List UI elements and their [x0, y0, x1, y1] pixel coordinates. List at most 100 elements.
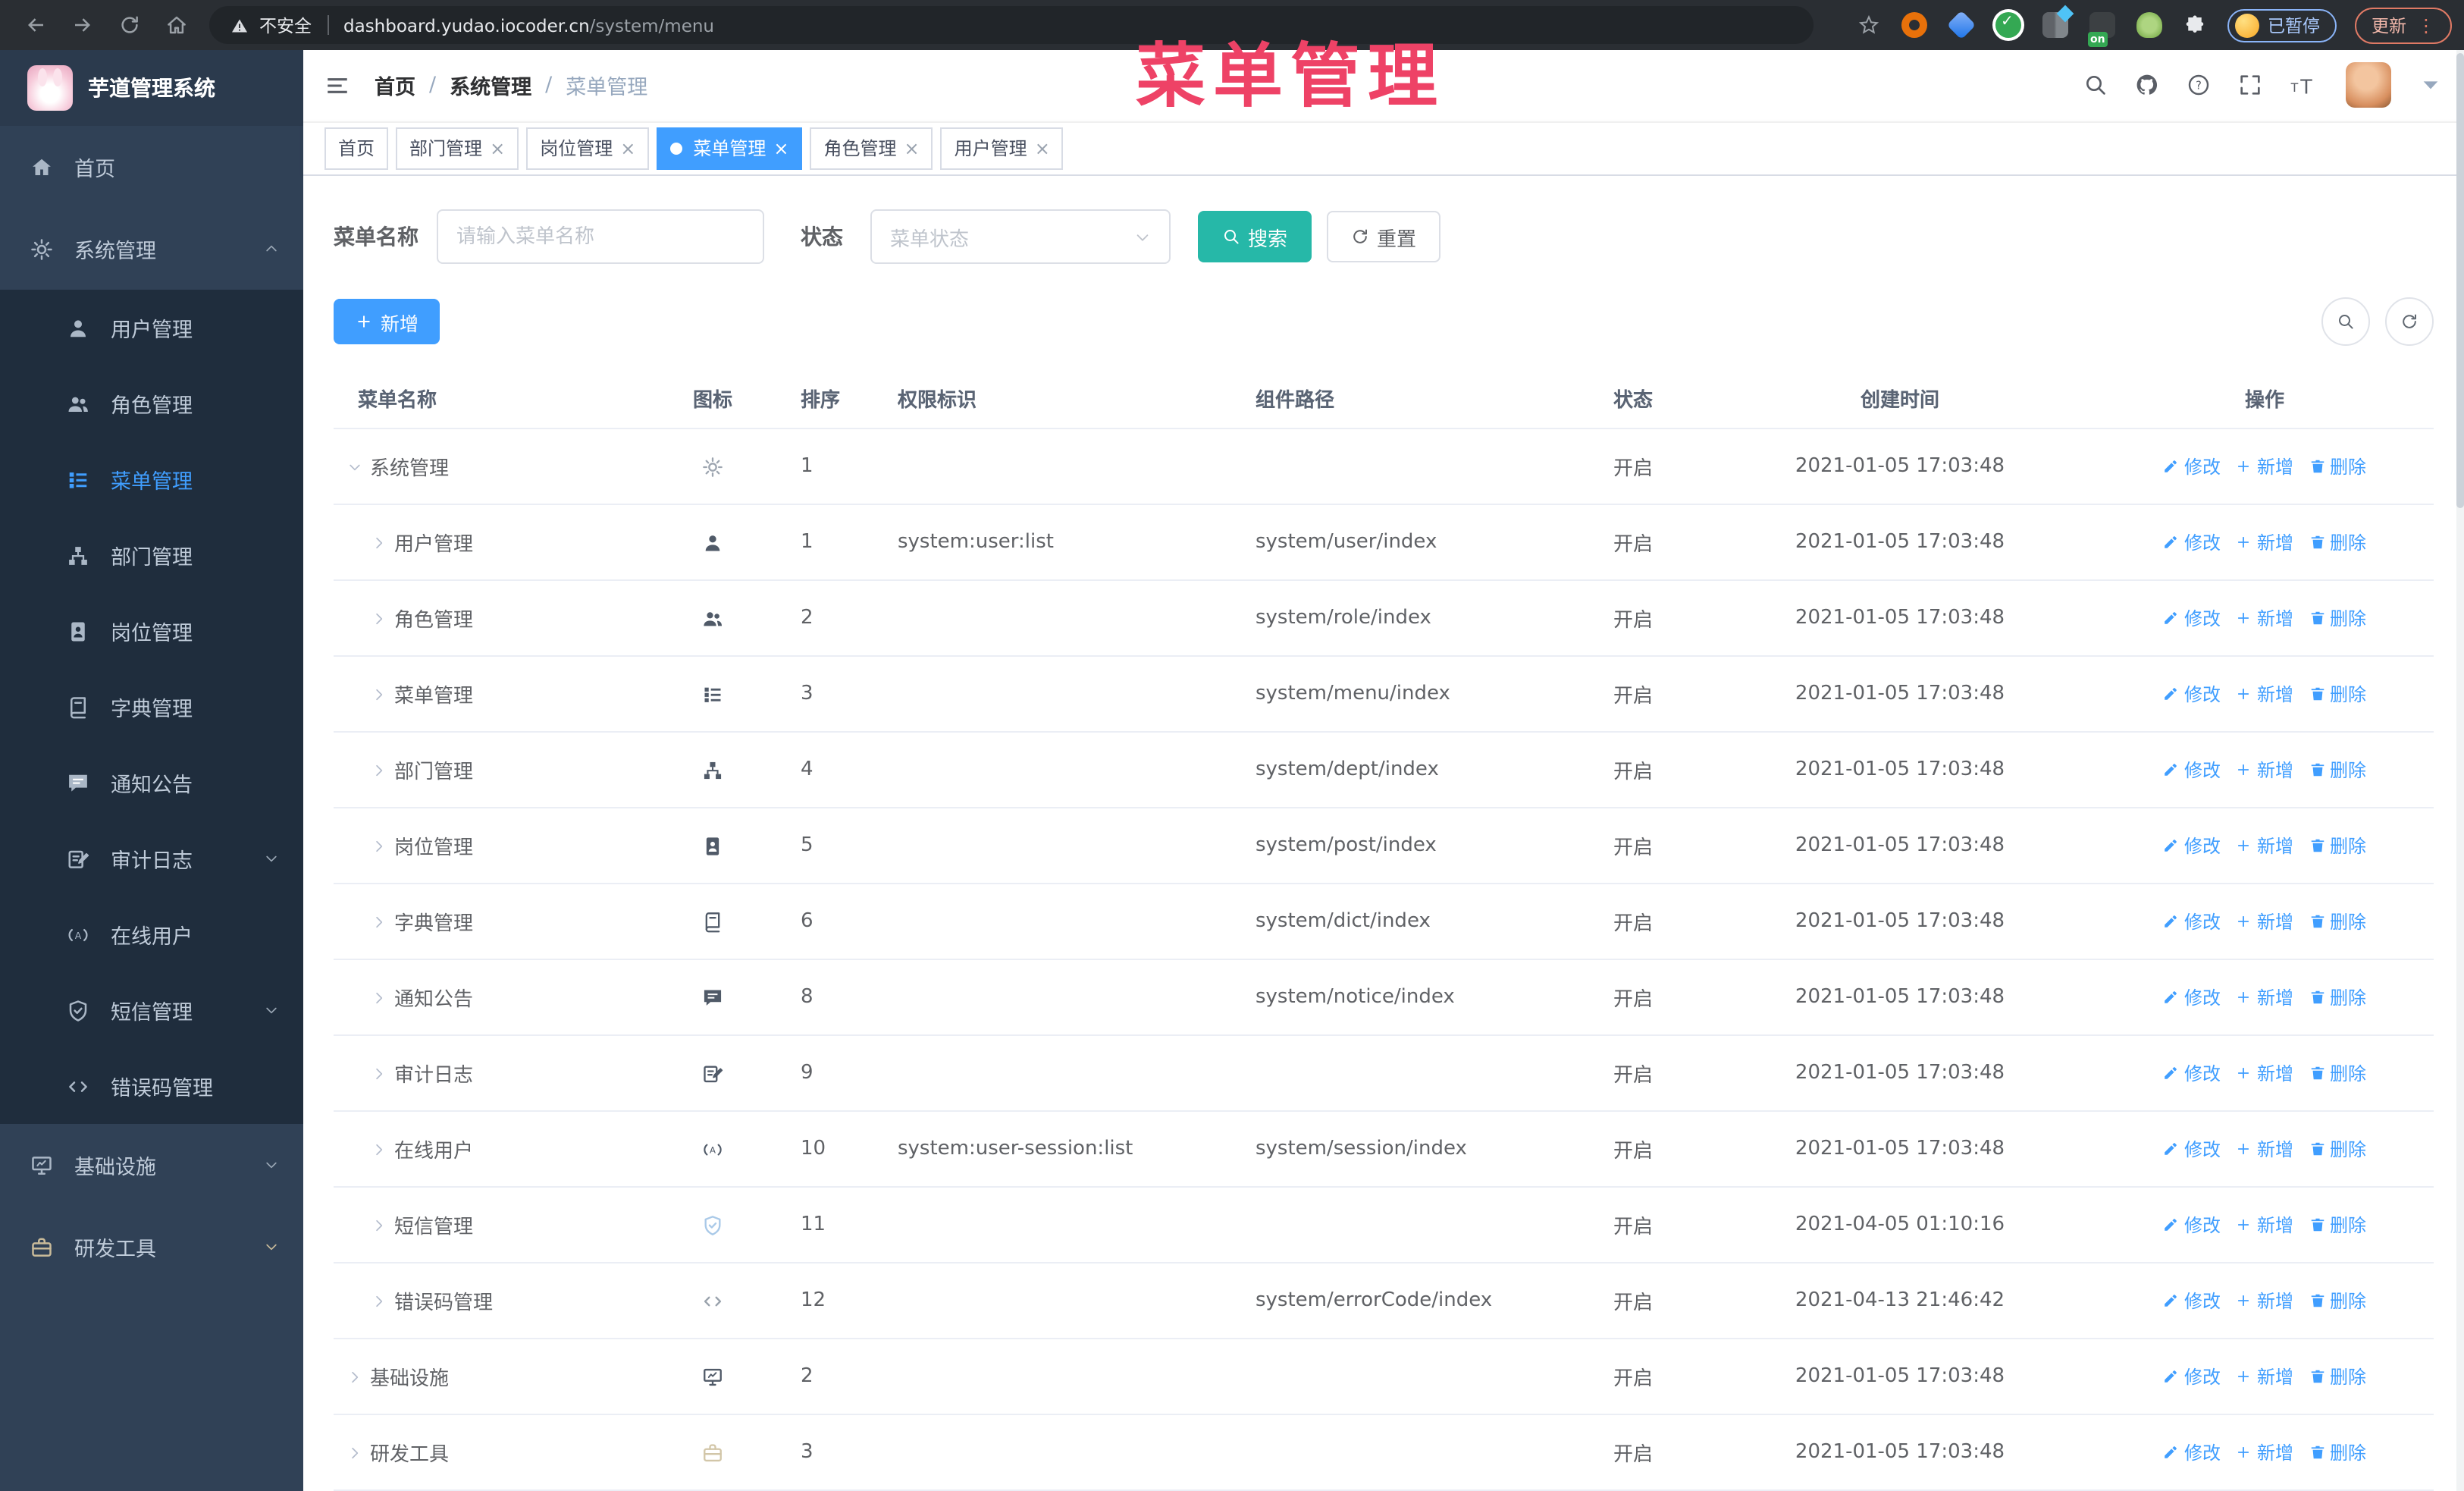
delete-button[interactable]: 删除 — [2309, 1060, 2366, 1086]
edit-button[interactable]: 修改 — [2163, 757, 2221, 783]
delete-button[interactable]: 删除 — [2309, 909, 2366, 934]
extensions-puzzle-icon[interactable] — [2183, 14, 2205, 36]
browser-home-icon[interactable] — [165, 14, 188, 36]
row-add-button[interactable]: 新增 — [2236, 984, 2293, 1010]
reset-button[interactable]: 重置 — [1327, 211, 1441, 262]
edit-button[interactable]: 修改 — [2163, 1060, 2221, 1086]
row-add-button[interactable]: 新增 — [2236, 833, 2293, 859]
avatar[interactable] — [2346, 62, 2391, 108]
row-add-button[interactable]: 新增 — [2236, 1060, 2293, 1086]
breadcrumb-home[interactable]: 首页 — [375, 71, 415, 101]
fullscreen-icon[interactable] — [2238, 74, 2262, 98]
tree-expand-icon[interactable] — [370, 1141, 388, 1157]
row-add-button[interactable]: 新增 — [2236, 605, 2293, 631]
sidebar-item-audit-log[interactable]: 审计日志 — [0, 821, 303, 896]
row-add-button[interactable]: 新增 — [2236, 1439, 2293, 1465]
sidebar-item-home[interactable]: 首页 — [0, 126, 303, 208]
sidebar-item-system[interactable]: 系统管理 — [0, 208, 303, 290]
edit-button[interactable]: 修改 — [2163, 1288, 2221, 1314]
scrollbar-thumb[interactable] — [2456, 53, 2464, 508]
row-add-button[interactable]: 新增 — [2236, 1212, 2293, 1238]
menu-name-input[interactable] — [437, 209, 764, 264]
delete-button[interactable]: 删除 — [2309, 1136, 2366, 1162]
delete-button[interactable]: 删除 — [2309, 1212, 2366, 1238]
extension-icon-green-check[interactable] — [1995, 12, 2020, 38]
sidebar-item-infra[interactable]: 基础设施 — [0, 1124, 303, 1206]
tree-collapse-icon[interactable] — [346, 459, 364, 474]
sidebar-item-notice[interactable]: 通知公告 — [0, 745, 303, 821]
bookmark-star-icon[interactable] — [1857, 14, 1879, 36]
row-add-button[interactable]: 新增 — [2236, 757, 2293, 783]
edit-button[interactable]: 修改 — [2163, 833, 2221, 859]
edit-button[interactable]: 修改 — [2163, 454, 2221, 479]
sidebar-item-user[interactable]: 用户管理 — [0, 290, 303, 366]
reload-icon[interactable] — [118, 14, 141, 36]
toggle-search-button[interactable] — [2321, 297, 2370, 346]
edit-button[interactable]: 修改 — [2163, 984, 2221, 1010]
close-icon[interactable]: × — [490, 140, 505, 158]
row-add-button[interactable]: 新增 — [2236, 909, 2293, 934]
window-scrollbar[interactable] — [2456, 50, 2464, 1491]
edit-button[interactable]: 修改 — [2163, 529, 2221, 555]
extension-icon-list[interactable] — [2042, 12, 2067, 38]
delete-button[interactable]: 删除 — [2309, 1439, 2366, 1465]
sidebar-item-dept[interactable]: 部门管理 — [0, 517, 303, 593]
delete-button[interactable]: 删除 — [2309, 454, 2366, 479]
refresh-table-button[interactable] — [2385, 297, 2434, 346]
extension-icon-orange[interactable] — [1901, 12, 1926, 38]
delete-button[interactable]: 删除 — [2309, 1288, 2366, 1314]
tab-role[interactable]: 角色管理 × — [810, 127, 933, 170]
help-icon[interactable]: ? — [2187, 74, 2211, 98]
font-size-icon[interactable]: TT — [2290, 71, 2318, 100]
extension-icon-switch-on[interactable] — [2087, 12, 2114, 47]
tree-expand-icon[interactable] — [370, 1217, 388, 1232]
row-add-button[interactable]: 新增 — [2236, 529, 2293, 555]
search-icon[interactable] — [2083, 74, 2108, 98]
close-icon[interactable]: × — [773, 140, 788, 158]
edit-button[interactable]: 修改 — [2163, 1364, 2221, 1389]
chevron-down-icon[interactable] — [2419, 74, 2443, 98]
breadcrumb-system[interactable]: 系统管理 — [450, 71, 531, 101]
tree-expand-icon[interactable] — [370, 535, 388, 550]
tree-expand-icon[interactable] — [370, 1293, 388, 1308]
browser-menu-dots-icon[interactable]: ⋮ — [2417, 14, 2435, 36]
sidebar-item-error-code[interactable]: 错误码管理 — [0, 1048, 303, 1124]
tree-expand-icon[interactable] — [370, 762, 388, 777]
row-add-button[interactable]: 新增 — [2236, 1136, 2293, 1162]
delete-button[interactable]: 删除 — [2309, 757, 2366, 783]
search-button[interactable]: 搜索 — [1198, 211, 1312, 262]
update-button[interactable]: 更新 ⋮ — [2355, 7, 2452, 43]
tree-expand-icon[interactable] — [370, 611, 388, 626]
status-select[interactable]: 菜单状态 — [870, 209, 1171, 264]
tree-expand-icon[interactable] — [346, 1369, 364, 1384]
delete-button[interactable]: 删除 — [2309, 605, 2366, 631]
delete-button[interactable]: 删除 — [2309, 984, 2366, 1010]
edit-button[interactable]: 修改 — [2163, 909, 2221, 934]
extension-icon-gem[interactable] — [1945, 10, 1976, 40]
tab-post[interactable]: 岗位管理 × — [526, 127, 650, 170]
delete-button[interactable]: 删除 — [2309, 681, 2366, 707]
add-button[interactable]: 新增 — [334, 299, 440, 344]
tree-expand-icon[interactable] — [370, 686, 388, 702]
sidebar-item-post[interactable]: 岗位管理 — [0, 593, 303, 669]
address-bar[interactable]: 不安全 dashboard.yudao.iocoder.cn/system/me… — [209, 6, 1814, 44]
tree-expand-icon[interactable] — [370, 838, 388, 853]
sidebar-item-dev-tools[interactable]: 研发工具 — [0, 1206, 303, 1288]
sidebar-item-menu[interactable]: 菜单管理 — [0, 441, 303, 517]
sidebar-item-dict[interactable]: 字典管理 — [0, 669, 303, 745]
sidebar-item-sms[interactable]: 短信管理 — [0, 972, 303, 1048]
hamburger-icon[interactable] — [324, 73, 350, 99]
extension-icon-monkey[interactable] — [2136, 12, 2161, 38]
row-add-button[interactable]: 新增 — [2236, 1364, 2293, 1389]
edit-button[interactable]: 修改 — [2163, 1439, 2221, 1465]
close-icon[interactable]: × — [1035, 140, 1050, 158]
sidebar-item-role[interactable]: 角色管理 — [0, 366, 303, 441]
paused-badge[interactable]: 已暂停 — [2227, 8, 2337, 42]
edit-button[interactable]: 修改 — [2163, 681, 2221, 707]
delete-button[interactable]: 删除 — [2309, 1364, 2366, 1389]
tree-expand-icon[interactable] — [370, 990, 388, 1005]
back-icon[interactable] — [24, 14, 47, 36]
edit-button[interactable]: 修改 — [2163, 605, 2221, 631]
tree-expand-icon[interactable] — [346, 1445, 364, 1460]
sidebar-item-online-user[interactable]: A 在线用户 — [0, 896, 303, 972]
